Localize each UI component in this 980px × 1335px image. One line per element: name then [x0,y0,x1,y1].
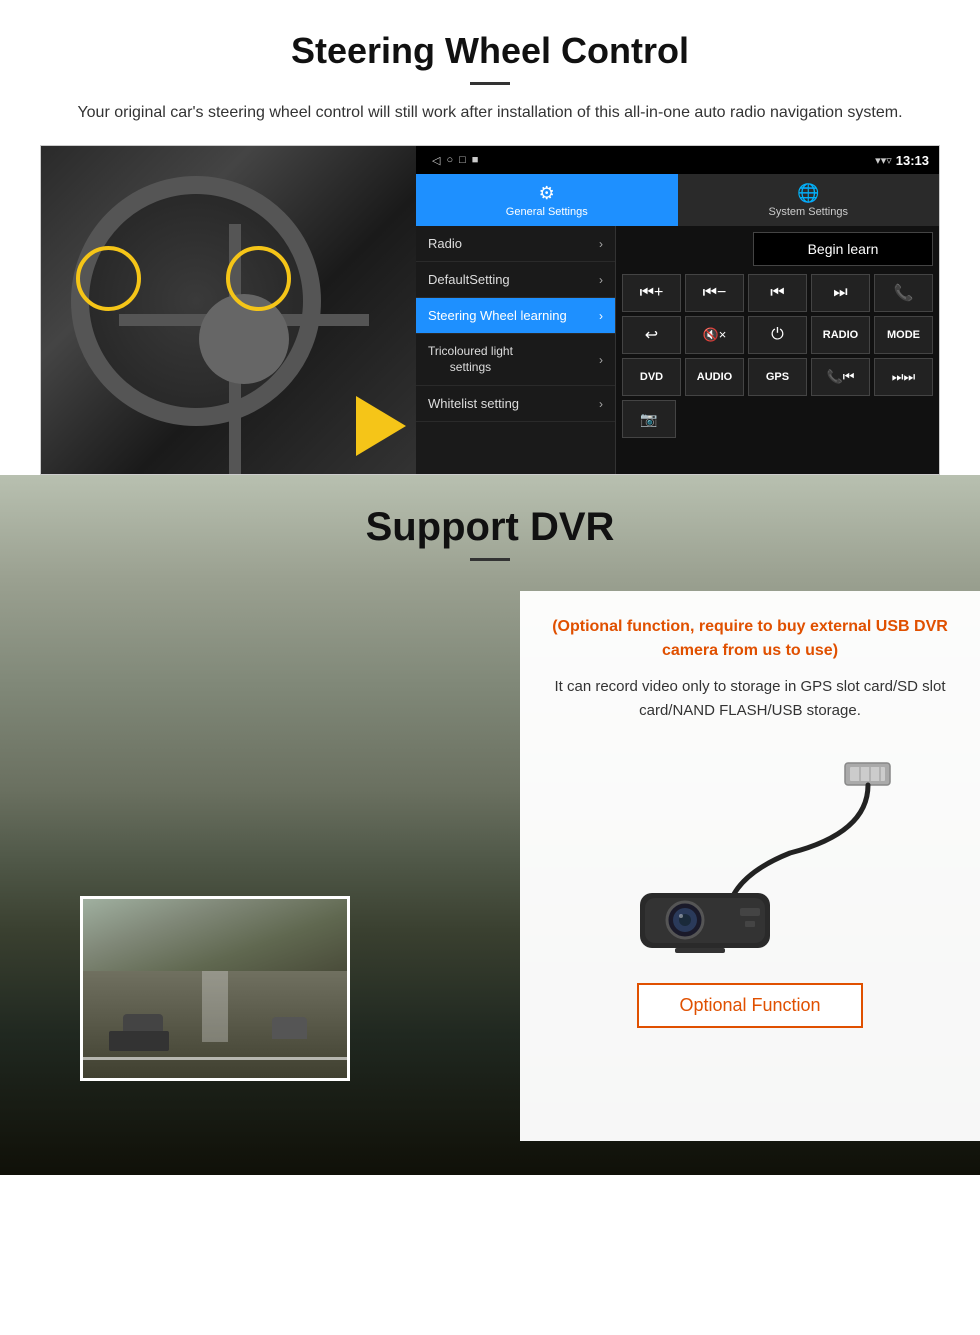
dvr-icon-btn[interactable]: 📷 [622,400,676,438]
menu-item-defaultsetting[interactable]: DefaultSetting › [416,262,615,298]
begin-learn-row: Begin learn [622,232,933,266]
menu-radio-arrow: › [599,237,603,251]
mode-label: MODE [887,329,920,341]
phone-prev-icon: 📞⏮ [827,369,855,385]
begin-learn-button[interactable]: Begin learn [753,232,933,266]
android-statusbar: ◁ ○ □ ■ ▾▾ ▿ 13:13 [416,146,939,174]
back-icon: ◁ [432,154,440,167]
ui-screenshot: ◁ ○ □ ■ ▾▾ ▿ 13:13 ⚙ General Settings 🌐 … [40,145,940,475]
ff-btn[interactable]: ⏭⏭ [874,358,933,396]
menu-radio-label: Radio [428,236,462,251]
android-ui: ◁ ○ □ ■ ▾▾ ▿ 13:13 ⚙ General Settings 🌐 … [416,146,939,474]
yellow-arrow [356,396,406,456]
dvr-title: Support DVR [0,505,980,550]
optional-function-button[interactable]: Optional Function [637,983,862,1028]
phone-btn[interactable]: 📞 [874,274,933,312]
back-call-icon: ↩ [645,325,658,345]
back-btn[interactable]: ↩ [622,316,681,354]
vol-down-btn[interactable]: ⏮− [685,274,744,312]
steering-photo [41,146,416,475]
next-btn[interactable]: ⏭ [811,274,870,312]
vol-up-icon: ⏮+ [640,284,664,302]
dvr-divider [470,558,510,561]
home-icon: ○ [446,154,453,167]
android-tabs: ⚙ General Settings 🌐 System Settings [416,174,939,226]
menu-steering-arrow: › [599,309,603,323]
steering-subtitle: Your original car's steering wheel contr… [60,101,920,125]
phone-prev-btn[interactable]: 📞⏮ [811,358,870,396]
mute-btn[interactable]: 🔇× [685,316,744,354]
prev-icon: ⏮ [770,284,784,302]
dvd-btn[interactable]: DVD [622,358,681,396]
dvr-inset-image [80,896,350,1081]
menu-whitelist-arrow: › [599,397,603,411]
menu-item-whitelist[interactable]: Whitelist setting › [416,386,615,422]
highlight-circle-right [226,246,291,311]
steering-section: Steering Wheel Control Your original car… [0,0,980,475]
android-menu-list: Radio › DefaultSetting › Steering Wheel … [416,226,616,474]
vol-down-icon: ⏮− [703,284,727,302]
recents-icon: □ [459,154,466,167]
road-scene [83,899,347,1078]
wifi-icon: ▿ [886,154,892,167]
arrow-container [356,396,406,456]
signal-icon: ▾▾ [875,154,886,167]
camera-svg [590,753,910,953]
settings-gear-icon: ⚙ [539,183,555,204]
control-row-1: ⏮+ ⏮− ⏮ ⏭ 📞 [622,274,933,312]
mode-btn[interactable]: MODE [874,316,933,354]
gps-label: GPS [766,371,789,383]
menu-icon: ■ [472,154,479,167]
dvr-section: Support DVR [0,475,980,1175]
dvr-camera-illustration [548,743,952,963]
audio-label: AUDIO [697,371,732,383]
menu-whitelist-label: Whitelist setting [428,396,519,411]
phone-icon: 📞 [894,283,914,303]
time-display: 13:13 [896,153,929,168]
mute-icon: 🔇× [703,327,727,343]
dvd-label: DVD [640,371,663,383]
tab-system-label: System Settings [769,206,848,218]
dvr-content: Support DVR [0,475,980,1141]
menu-default-arrow: › [599,273,603,287]
menu-tricoloured-arrow: › [599,353,603,367]
menu-item-radio[interactable]: Radio › [416,226,615,262]
dvr-description-text: It can record video only to storage in G… [548,675,952,723]
tab-system-settings[interactable]: 🌐 System Settings [678,174,940,226]
android-content: Radio › DefaultSetting › Steering Wheel … [416,226,939,474]
highlight-circle-left [76,246,141,311]
control-panel: Begin learn ⏮+ ⏮− ⏮ ⏭ 📞 ↩ 🔇× ⏻ [616,226,939,474]
title-divider [470,82,510,85]
dvr-left-area [0,591,520,1141]
prev-btn[interactable]: ⏮ [748,274,807,312]
control-row-4: 📷 [622,400,933,438]
power-icon: ⏻ [771,326,784,344]
gps-btn[interactable]: GPS [748,358,807,396]
radio-btn[interactable]: RADIO [811,316,870,354]
menu-default-label: DefaultSetting [428,272,510,287]
menu-steering-label: Steering Wheel learning [428,308,567,323]
control-row-3: DVD AUDIO GPS 📞⏮ ⏭⏭ [622,358,933,396]
menu-item-steering-wheel[interactable]: Steering Wheel learning › [416,298,615,334]
control-row-2: ↩ 🔇× ⏻ RADIO MODE [622,316,933,354]
dvr-icon: 📷 [640,411,657,428]
dvr-main-area: (Optional function, require to buy exter… [0,591,980,1141]
next-icon: ⏭ [833,284,847,302]
power-btn[interactable]: ⏻ [748,316,807,354]
steering-title: Steering Wheel Control [40,30,940,72]
audio-btn[interactable]: AUDIO [685,358,744,396]
dvr-info-card: (Optional function, require to buy exter… [520,591,980,1141]
radio-label: RADIO [823,329,858,341]
system-icon: 🌐 [797,183,819,204]
menu-item-tricoloured[interactable]: Tricoloured lightsettings › [416,334,615,386]
menu-tricoloured-label: Tricoloured lightsettings [428,344,513,375]
statusbar-nav-icons: ◁ ○ □ ■ [432,154,478,167]
tab-general-settings[interactable]: ⚙ General Settings [416,174,678,226]
dvr-optional-text: (Optional function, require to buy exter… [548,615,952,663]
vol-up-btn[interactable]: ⏮+ [622,274,681,312]
ff-icon: ⏭⏭ [892,369,915,385]
tab-general-label: General Settings [506,206,588,218]
